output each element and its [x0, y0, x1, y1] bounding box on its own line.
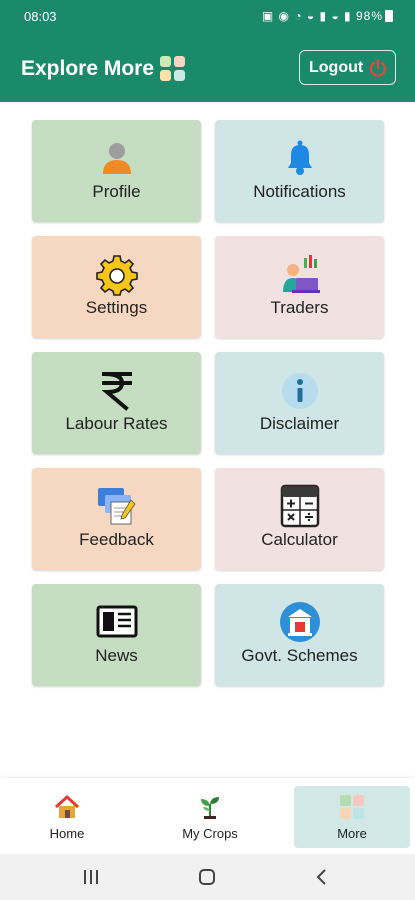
system-navigation-bar — [0, 854, 415, 900]
calculator-icon — [280, 484, 319, 528]
menu-card-disclaimer[interactable]: Disclaimer — [215, 352, 384, 454]
logout-label: Logout — [309, 59, 364, 76]
status-bar: 08:03 ▣ ◉ ◔ ◒ ▮ ◒ ▮ 98% — [0, 0, 415, 34]
profile-icon — [102, 143, 131, 174]
gear-icon — [95, 255, 138, 296]
menu-card-labour-rates[interactable]: Labour Rates — [32, 352, 201, 454]
power-icon — [369, 58, 387, 77]
battery-text: 98% — [355, 9, 383, 23]
nav-my-crops[interactable]: My Crops — [152, 786, 268, 848]
app-header: 08:03 ▣ ◉ ◔ ◒ ▮ ◒ ▮ 98% Explore More Log… — [0, 0, 415, 102]
menu-label: Notifications — [253, 182, 346, 201]
grid-icon — [160, 56, 186, 82]
menu-card-calculator[interactable]: Calculator — [215, 468, 384, 570]
nav-label: My Crops — [182, 826, 238, 841]
menu-label: Disclaimer — [259, 414, 340, 433]
government-icon — [279, 602, 320, 642]
menu-card-traders[interactable]: Traders — [215, 236, 384, 338]
traders-icon — [282, 255, 320, 293]
status-icons: ▣ ◉ ◔ ◒ ▮ ◒ ▮ 98% — [262, 9, 393, 23]
menu-card-feedback[interactable]: Feedback — [32, 468, 201, 570]
plant-icon — [201, 797, 219, 819]
menu-label: Settings — [85, 298, 148, 317]
menu-label: Labour Rates — [65, 414, 168, 433]
menu-card-govt-schemes[interactable]: Govt. Schemes — [215, 584, 384, 686]
back-icon[interactable] — [314, 868, 330, 886]
menu-label: Govt. Schemes — [241, 646, 358, 665]
menu-label: Feedback — [79, 530, 154, 549]
nav-home[interactable]: Home — [9, 786, 125, 848]
nav-label: Home — [49, 826, 85, 841]
info-icon — [281, 373, 318, 409]
menu-label: Profile — [92, 182, 141, 201]
newspaper-icon — [96, 605, 137, 638]
recent-apps-icon[interactable] — [82, 869, 100, 885]
menu-label: Calculator — [261, 530, 338, 549]
menu-card-profile[interactable]: Profile — [32, 120, 201, 222]
nav-label: More — [337, 826, 367, 841]
nav-more[interactable]: More — [294, 786, 410, 848]
home-system-icon[interactable] — [198, 868, 216, 886]
grid-icon — [340, 795, 364, 819]
feedback-icon — [97, 488, 136, 525]
menu-card-settings[interactable]: Settings — [32, 236, 201, 338]
status-time: 08:03 — [24, 9, 57, 24]
page-title: Explore More — [21, 57, 155, 80]
battery-icon — [385, 10, 393, 22]
menu-card-notifications[interactable]: Notifications — [215, 120, 384, 222]
bell-icon — [287, 140, 312, 175]
menu-card-news[interactable]: News — [32, 584, 201, 686]
logout-button[interactable]: Logout — [299, 50, 396, 85]
home-icon — [54, 795, 80, 818]
menu-label: News — [95, 646, 138, 665]
menu-label: Traders — [270, 298, 329, 317]
rupee-icon — [101, 371, 132, 411]
bottom-navigation: Home My Crops More — [0, 778, 415, 854]
notification-icons: ▣ ◉ ◔ ◒ ▮ ◒ ▮ — [261, 9, 356, 23]
